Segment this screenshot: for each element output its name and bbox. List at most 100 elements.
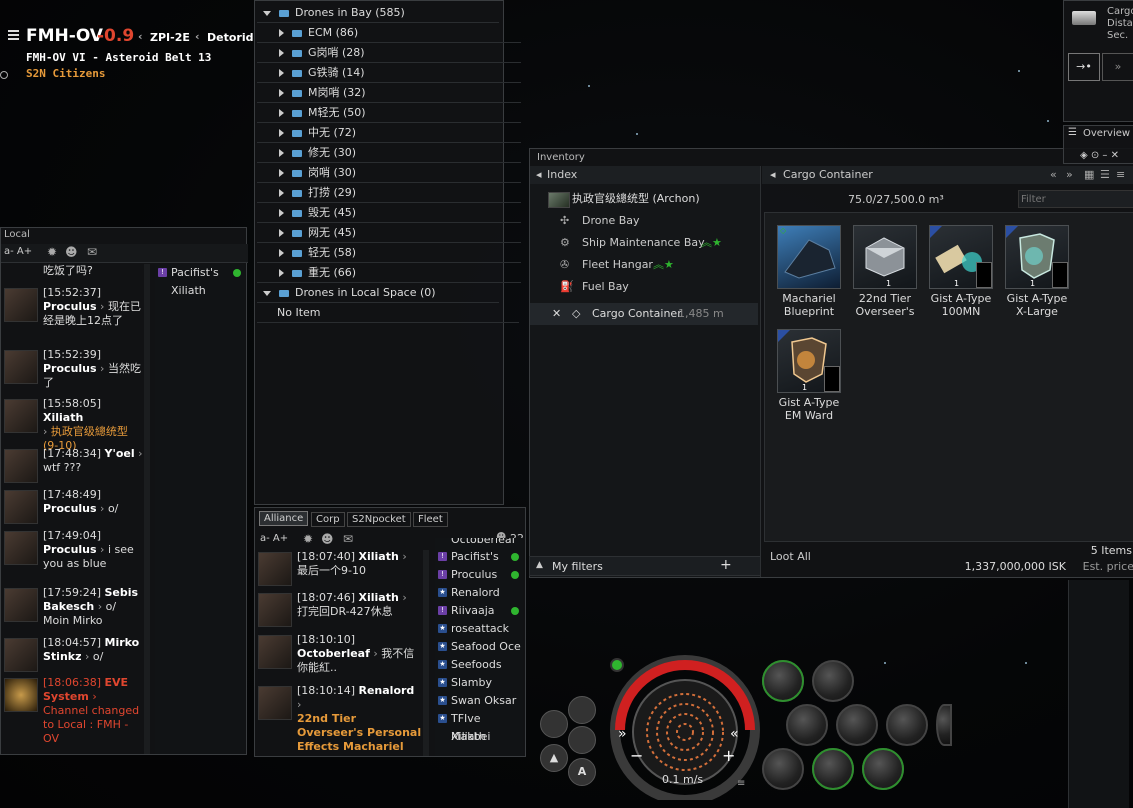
avatar[interactable] [4,350,38,384]
module-slot-7[interactable] [762,748,804,790]
drone-group-row[interactable]: 打捞 (29) [257,183,521,203]
reduce-speed-icon[interactable]: » [618,726,627,742]
avatar[interactable] [4,588,38,622]
tab-alliance[interactable]: Alliance [259,511,309,526]
member-item[interactable]: Xiliath [435,728,523,746]
drone-group-row[interactable]: G岗哨 (28) [257,43,521,63]
inventory-item[interactable]: 1 Gist A-Type EM Ward [777,329,841,422]
route-next-system[interactable]: Detorid [207,31,253,44]
menu-icon[interactable]: ≡ [737,778,745,789]
ship-row[interactable]: 执政官级總统型 (Archon) [530,188,758,210]
alliance-messages[interactable]: [18:07:40] Xiliath › 最后一个9-10 [18:07:46] … [255,550,430,756]
fleet-hangar-row[interactable]: ✇ Fleet Hangar ︽★ [530,254,758,276]
member-item[interactable]: Octoberleaf [435,538,523,548]
tab-corp[interactable]: Corp [311,512,345,527]
nav-forward-icon[interactable]: » [1066,166,1073,184]
member-item[interactable]: ★ TFIve Makbei [435,710,523,743]
chat-bubble-icon[interactable]: ✉ [87,245,97,259]
member-item[interactable]: ★ Swan Oksar [435,692,523,710]
close-icon[interactable]: ✕ [552,303,561,325]
list-view-icon[interactable]: ☰ [1100,166,1110,184]
font-size-controls[interactable]: a- A+ [4,246,32,257]
drone-group-row[interactable]: 修无 (30) [257,143,521,163]
autopilot-a-icon[interactable]: A [568,758,596,786]
local-messages[interactable]: 吃饭了吗? [15:52:37] Proculus › 现在已经是晚上12点了 [… [1,264,151,754]
inventory-item[interactable]: 1 22nd Tier Overseer's [853,225,917,318]
message-sender[interactable]: Proculus [43,502,97,515]
message-sender[interactable]: Octoberleaf [297,647,370,660]
message-sender[interactable]: Proculus [43,362,97,375]
avatar[interactable] [4,449,38,483]
overview-menu-icon[interactable]: ☰ [1068,127,1077,138]
chat-scrollbar[interactable] [144,264,150,754]
speed-down-icon[interactable]: − [630,746,643,765]
drone-group-row[interactable]: 岗哨 (30) [257,163,521,183]
ship-icon[interactable]: ▲ [540,744,568,772]
member-item[interactable]: ★ Renalord [435,584,523,602]
ship-maintenance-bay-row[interactable]: ⚙ Ship Maintenance Bay ︽★ [530,232,758,254]
drone-group-row[interactable]: 网无 (45) [257,223,521,243]
drone-group-row[interactable]: ECM (86) [257,23,521,43]
member-item[interactable]: ! Pacifist's [155,264,245,282]
increase-speed-icon[interactable]: « [730,726,739,742]
settings-icon[interactable]: ✹ [47,245,57,259]
menu-icon[interactable] [8,30,19,43]
inventory-item[interactable]: 1 Gist A-Type 100MN [929,225,993,318]
nav-back-icon[interactable]: « [1050,166,1057,184]
drone-group-row[interactable]: M岗哨 (32) [257,83,521,103]
member-item[interactable]: ! Riivaaja [435,602,523,620]
module-slot-2[interactable] [812,660,854,702]
warp-button[interactable]: » [1102,53,1133,81]
module-slot-3[interactable] [786,704,828,746]
message-sender[interactable]: Xiliath [359,550,399,563]
member-item[interactable]: ! Proculus [435,566,523,584]
member-item[interactable]: ★ roseattack [435,620,523,638]
drone-group-row[interactable]: G铁骑 (14) [257,63,521,83]
message-sender[interactable]: Y'oel [105,447,135,460]
fuel-bay-row[interactable]: ⛽ Fuel Bay [530,276,758,298]
chat-bubble-icon[interactable]: ✉ [343,532,353,546]
inventory-item[interactable]: 1 Gist A-Type X-Large [1005,225,1069,318]
module-slot-5[interactable] [886,704,928,746]
member-item[interactable]: Xiliath [155,282,245,300]
autopilot-icon[interactable] [540,710,568,738]
my-filters-bar[interactable]: ▲ My filters + [529,556,761,576]
speed-up-icon[interactable]: + [722,746,735,765]
drone-group-row[interactable]: 中无 (72) [257,123,521,143]
drones-in-bay-header[interactable]: Drones in Bay (585) [257,3,499,23]
scanner-icon[interactable] [568,726,596,754]
message-link[interactable]: 22nd Tier Overseer's Personal Effects Ma… [297,712,421,756]
index-header[interactable]: ◂ Index [530,166,760,184]
inventory-item[interactable]: ◇ Machariel Blueprint [777,225,841,318]
message-sender[interactable]: Xiliath [43,411,83,424]
module-slot-4[interactable] [836,704,878,746]
avatar[interactable] [4,490,38,524]
settings-icon[interactable]: ✹ [303,532,313,546]
speed-readout[interactable]: 0.1 m/s [662,773,703,786]
drone-group-row[interactable]: 轻无 (58) [257,243,521,263]
alliance-label[interactable]: S2N Citizens [26,67,105,80]
message-sender[interactable]: Xiliath [359,591,399,604]
tab-fleet[interactable]: Fleet [413,512,448,527]
location-label[interactable]: FMH-OV VI - Asteroid Belt 13 [26,51,211,64]
grid-view-icon[interactable]: ▦ [1084,166,1094,184]
drone-group-row[interactable]: M轻无 (50) [257,103,521,123]
avatar[interactable] [258,593,292,627]
drone-bay-row[interactable]: ✣ Drone Bay [530,210,758,232]
member-item[interactable]: ★ Seafood Oce [435,638,523,656]
approach-button[interactable]: →• [1068,53,1100,81]
avatar[interactable] [4,638,38,672]
message-sender[interactable]: Renalord [359,684,415,697]
overview-title[interactable]: Overview [1083,128,1130,139]
message-sender[interactable]: Proculus [43,300,97,313]
chat-scrollbar[interactable] [423,550,429,756]
detail-view-icon[interactable]: ≡ [1116,166,1125,184]
tactical-icon[interactable] [568,696,596,724]
avatar[interactable] [258,552,292,586]
filter-input[interactable] [1018,190,1133,208]
font-size-controls[interactable]: a- A+ [260,533,288,544]
route-system[interactable]: ZPI-2E [150,31,190,44]
member-item[interactable]: ★ Seefoods [435,656,523,674]
member-item[interactable]: ★ Slamby [435,674,523,692]
system-name[interactable]: FMH-OV [26,26,103,46]
